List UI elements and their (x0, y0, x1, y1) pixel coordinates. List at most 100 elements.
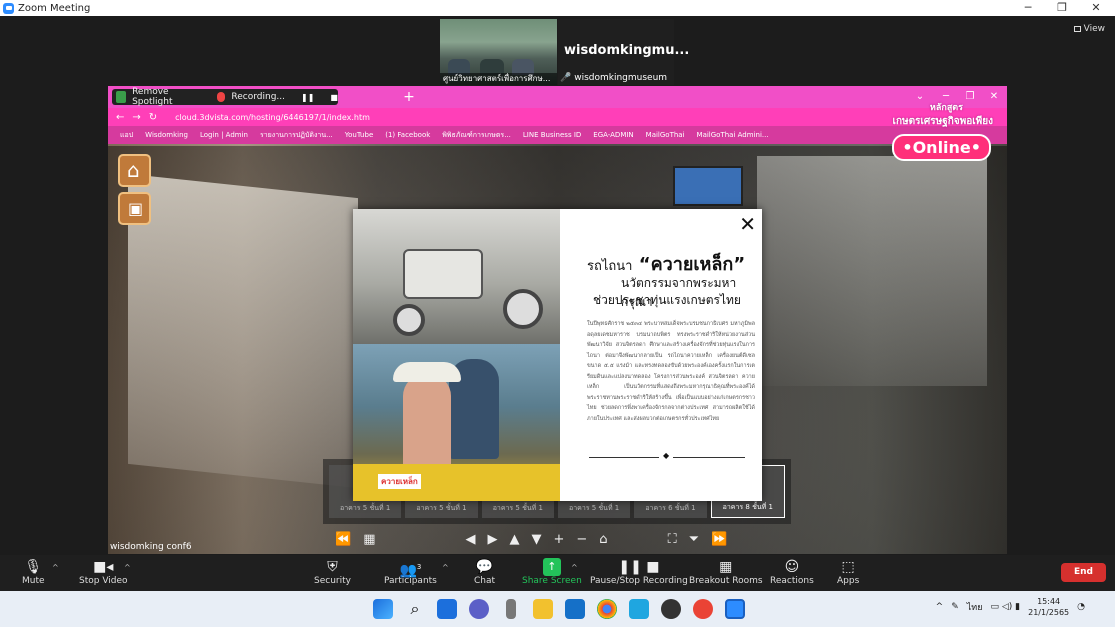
browser-nav-icons[interactable]: ←→↻ (116, 112, 165, 123)
windows-taskbar: ⌕ ^ ✎ ไทย ▭ ◁) ▮ 15:44 21/1/2565 ◔ (0, 591, 1115, 627)
bookmark-item[interactable]: EGA-ADMIN (593, 131, 633, 139)
view-label: View (1083, 24, 1105, 34)
security-button[interactable]: ⛨ Security (314, 558, 351, 586)
right-arrow-icon[interactable]: ▶ (487, 532, 497, 547)
participant-display-name: wisdomkingmu... (564, 43, 690, 58)
search-icon[interactable]: ⌕ (405, 599, 425, 619)
bookmark-item[interactable]: MailGoThai (646, 131, 685, 139)
tray-expand-icon[interactable]: ^ (936, 602, 944, 612)
notification-icon[interactable]: ◔ (1077, 602, 1085, 612)
zoom-taskbar-icon[interactable] (725, 599, 745, 619)
hat (393, 362, 461, 382)
bookmark-item[interactable]: แอป (120, 130, 133, 141)
microphone-icon: 🎙 (24, 559, 43, 575)
maximize-button[interactable]: ❐ (1046, 0, 1078, 16)
share-arrow-icon: ↑ (542, 558, 561, 576)
window-title: Zoom Meeting (18, 2, 91, 14)
windows-start-icon[interactable] (373, 599, 393, 619)
left-arrow-icon[interactable]: ◀ (465, 532, 475, 547)
bookmark-item[interactable]: รายงานการปฏิบัติงาน... (260, 130, 333, 141)
mute-button[interactable]: 🎙 Mute (22, 558, 45, 586)
share-options-caret[interactable]: ^ (571, 563, 578, 572)
home-button[interactable] (118, 154, 151, 187)
down-arrow-icon[interactable]: ▼ (531, 532, 541, 547)
clock[interactable]: 15:44 21/1/2565 (1028, 596, 1069, 618)
view-button[interactable]: View (1073, 24, 1105, 34)
window-titlebar: Zoom Meeting ─ ❐ ✕ (0, 0, 1115, 16)
gallery-button[interactable] (118, 192, 151, 225)
network-volume-battery-icons[interactable]: ▭ ◁) ▮ (990, 602, 1020, 612)
breakout-rooms-button[interactable]: ▦ Breakout Rooms (689, 558, 763, 586)
popup-subtitle-2: ช่วยประชาทุ่นแรงเกษตรไทย (593, 293, 741, 307)
shield-icon (116, 91, 127, 103)
popup-title-prefix: รถไถนา (587, 259, 633, 274)
video-options-caret[interactable]: ^ (124, 563, 131, 572)
bookmark-item[interactable]: พิพิธภัณฑ์การเกษตร... (442, 130, 511, 141)
mail-icon[interactable] (565, 599, 585, 619)
exhibit-screen (673, 166, 743, 206)
bookmark-item[interactable]: (1) Facebook (385, 131, 430, 139)
apps-button[interactable]: ⬚ Apps (837, 558, 859, 586)
pen-icon[interactable]: ✎ (951, 602, 959, 612)
dropdown-icon[interactable]: ⏷ (689, 532, 699, 547)
bookmarks-bar: แอป Wisdomking Login | Admin รายงานการปฏ… (108, 126, 1007, 144)
forward-icon[interactable]: ⏩ (711, 532, 727, 547)
shield-icon: ⛨ (327, 559, 338, 575)
chrome-icon[interactable] (597, 599, 617, 619)
audio-options-caret[interactable]: ^ (52, 563, 59, 572)
vr-icon[interactable]: ⌂ (599, 532, 607, 547)
close-button[interactable]: ✕ (1080, 0, 1112, 16)
teams-chat-icon[interactable] (469, 599, 489, 619)
time: 15:44 (1037, 597, 1061, 606)
new-tab-icon[interactable]: + (400, 88, 418, 106)
rewind-icon[interactable]: ⏪ (335, 532, 351, 547)
bookmark-item[interactable]: Login | Admin (200, 131, 248, 139)
pause-stop-icon: ❚❚ ■ (618, 559, 660, 575)
task-view-icon[interactable] (437, 599, 457, 619)
online-badge: •Online• (892, 134, 991, 161)
end-meeting-button[interactable]: End (1061, 563, 1106, 582)
file-explorer-icon[interactable] (533, 599, 553, 619)
usb-drive-icon[interactable] (506, 599, 516, 619)
system-tray: ^ ✎ ไทย ▭ ◁) ▮ 15:44 21/1/2565 ◔ (936, 596, 1085, 618)
fullscreen-icon[interactable]: ⛶ (668, 532, 677, 547)
exhibit-panel (757, 156, 987, 386)
stop-recording-icon[interactable]: ■ (330, 93, 338, 102)
close-popup-icon[interactable]: ✕ (739, 212, 756, 236)
participants-icon: 👥3 (399, 562, 422, 579)
recording-label: Recording... (231, 92, 286, 102)
logo-line2: เกษตรเศรษฐกิจพอเพียง (892, 116, 993, 127)
zoom-toolbar: 🎙 Mute ^ ■◂ Stop Video ^ ⛨ Security 👥3 P… (0, 555, 1115, 591)
popup-title-main: “ควายเหล็ก” (638, 254, 746, 275)
bookmark-item[interactable]: LINE Business ID (523, 131, 581, 139)
ornament-divider (589, 451, 745, 460)
stop-video-button[interactable]: ■◂ Stop Video (79, 558, 128, 586)
chat-button[interactable]: 💬 Chat (474, 558, 495, 586)
pause-stop-recording-button[interactable]: ❚❚ ■ Pause/Stop Recording (590, 558, 688, 586)
zoom-in-icon[interactable]: + (553, 532, 564, 547)
participants-caret[interactable]: ^ (442, 563, 449, 572)
tractor-wheel (503, 289, 543, 329)
grid-icon[interactable]: ▦ (363, 532, 375, 547)
bookmark-item[interactable]: YouTube (345, 131, 373, 139)
bookmark-item[interactable]: Wisdomking (145, 131, 188, 139)
chrome-profile-icon[interactable] (693, 599, 713, 619)
participant-tile-wisdomking[interactable]: wisdomkingmu... 🎤 wisdomkingmuseum (558, 19, 689, 85)
participants-button[interactable]: 👥3 Participants (384, 558, 437, 586)
reactions-button[interactable]: ☺ Reactions (770, 558, 814, 586)
participant-video-tile[interactable]: ศูนย์วิทยาศาสตร์เพื่อการศึกษ... (440, 19, 557, 85)
tractor-wheel (393, 304, 425, 336)
bookmark-item[interactable]: MailGoThai Admini... (697, 131, 769, 139)
line-app-icon[interactable] (629, 599, 649, 619)
obs-icon[interactable] (661, 599, 681, 619)
url-input[interactable]: cloud.3dvista.com/hosting/6446197/1/inde… (175, 113, 370, 122)
zoom-out-icon[interactable]: − (576, 532, 587, 547)
smiley-icon: ☺ (784, 559, 800, 575)
shared-screen: Remove Spotlight Recording... ❚❚ ■ + ⌄ ─… (108, 86, 1007, 554)
language-indicator[interactable]: ไทย (967, 600, 983, 614)
up-arrow-icon[interactable]: ▲ (509, 532, 519, 547)
pause-recording-icon[interactable]: ❚❚ (301, 93, 314, 102)
minimize-button[interactable]: ─ (1012, 0, 1044, 16)
tractor-image (353, 209, 560, 344)
remove-spotlight-button[interactable]: Remove Spotlight (132, 87, 199, 107)
